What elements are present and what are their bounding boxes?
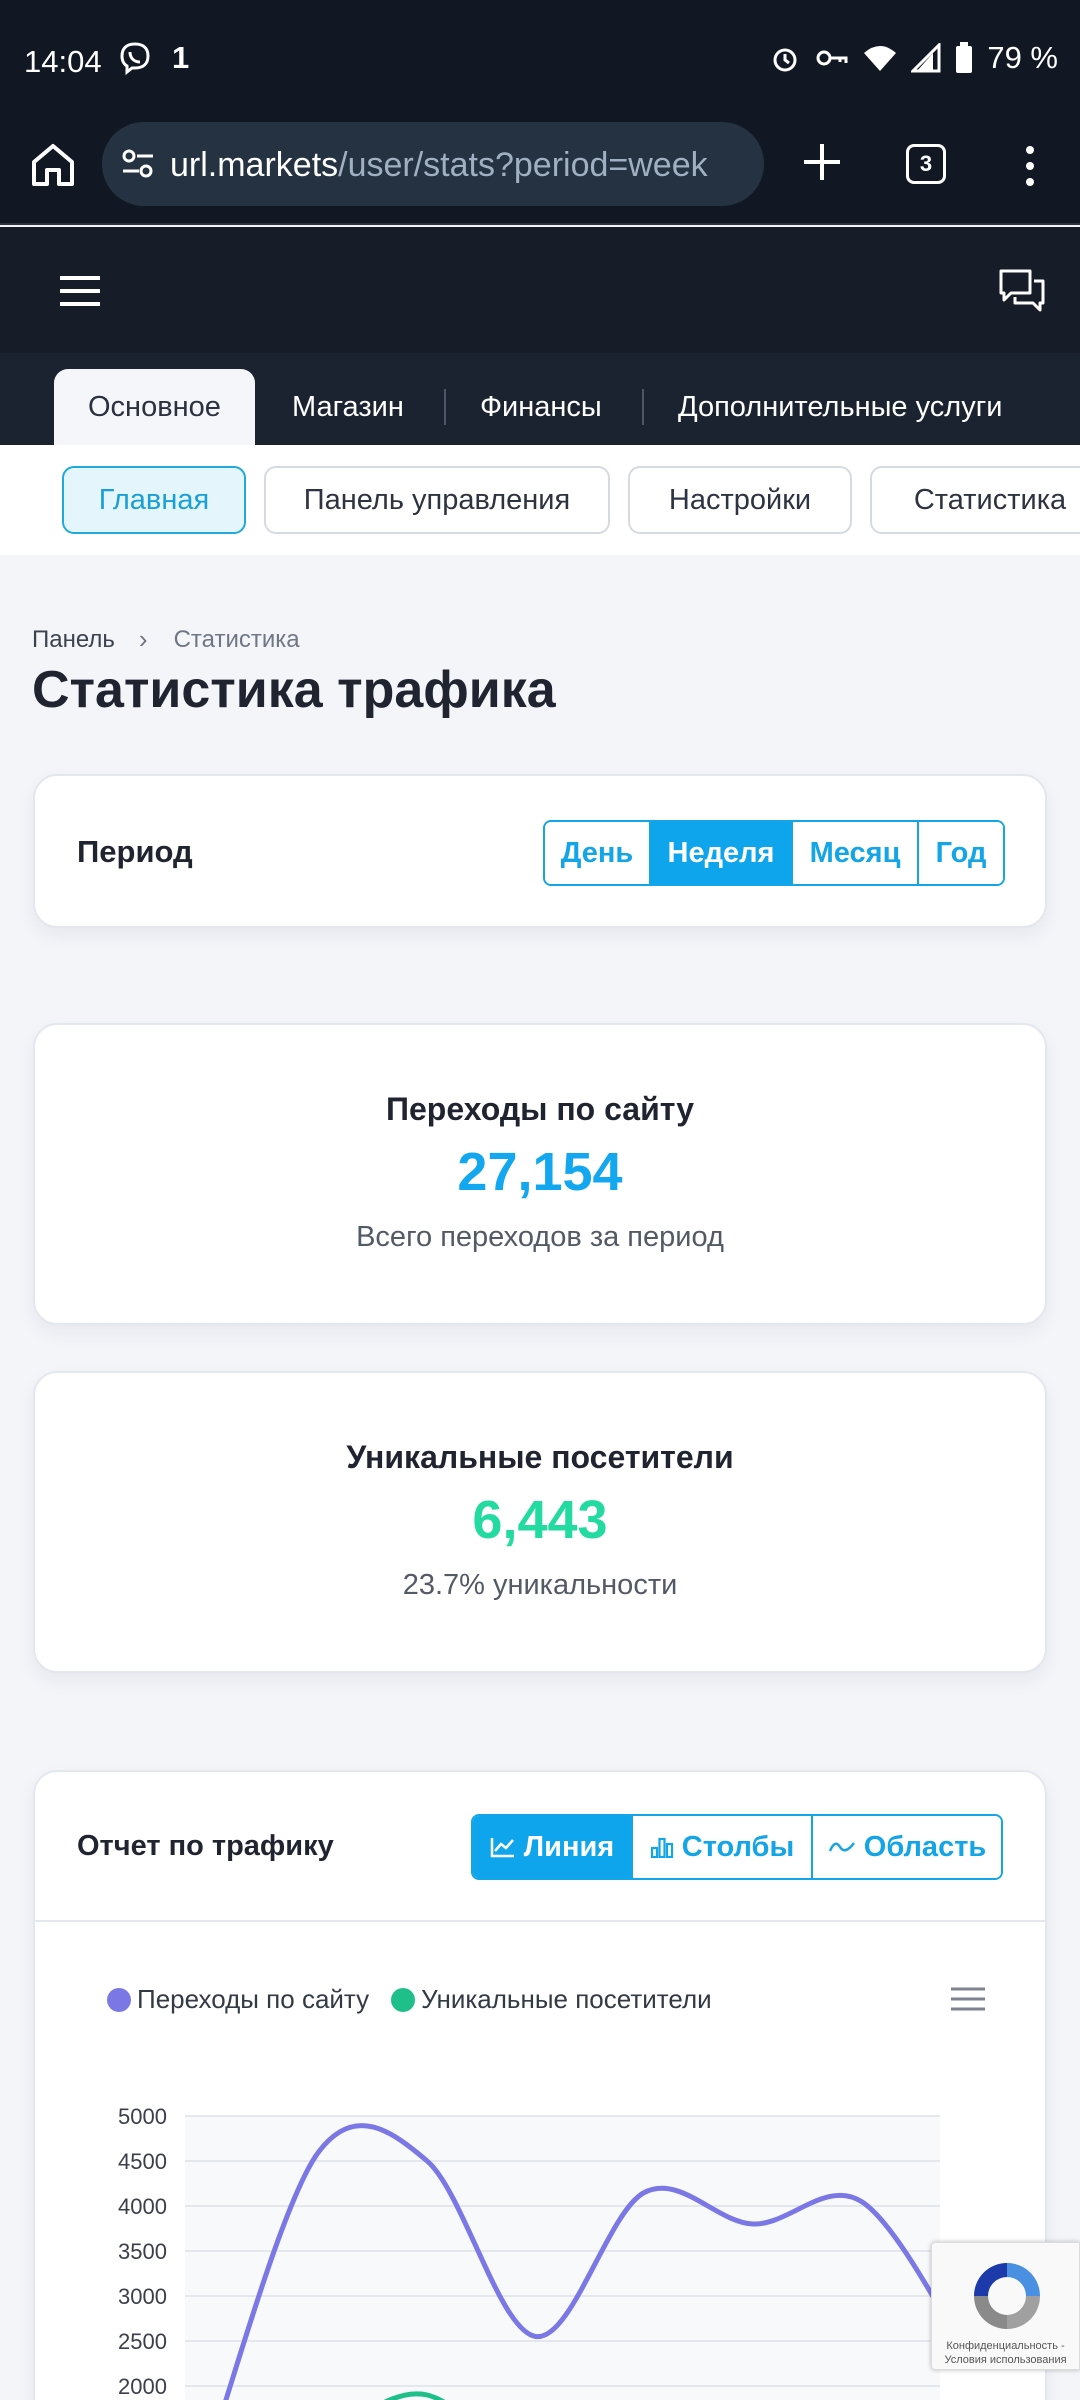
notification-count: 1 [172,40,190,75]
page-title: Статистика трафика [32,661,556,719]
chart-title: Отчет по трафику [77,1830,334,1862]
stat-value: 6,443 [472,1490,608,1550]
url-text[interactable]: url.markets/user/stats?period=week [170,146,708,185]
legend-marker [107,1987,131,2012]
line-chart-icon [490,1838,514,1858]
stat-subtitle: Всего переходов за период [356,1221,724,1253]
tab-finance[interactable]: Финансы [480,369,602,445]
chart-view-selector: Линия Столбы Область [471,1814,1003,1880]
recaptcha-badge[interactable]: Конфиденциальность - Условия использован… [931,2242,1080,2370]
url-host: url.markets [170,146,339,184]
new-tab-icon[interactable] [800,140,844,184]
battery-icon [956,42,973,73]
more-menu-icon[interactable] [1014,142,1046,190]
view-area-button[interactable]: Область [813,1816,1001,1878]
hamburger-menu-icon[interactable] [60,275,100,307]
unique-visitors-stat-card: Уникальные посетители 6,443 23.7% уникал… [33,1371,1047,1673]
browser-toolbar: url.markets/user/stats?period=week 3 [0,120,1080,225]
y-tick-label: 3500 [118,2239,167,2264]
legend-label: Уникальные посетители [421,1984,712,2014]
site-settings-icon[interactable] [120,146,156,182]
home-icon[interactable] [28,140,78,190]
breadcrumb: Панель › Статистика [32,624,300,655]
chevron-right-icon: › [138,624,148,654]
y-tick-label: 5000 [118,2104,167,2129]
period-label: Период [77,834,193,869]
recaptcha-text: Конфиденциальность - Условия использован… [932,2339,1079,2367]
clicks-stat-card: Переходы по сайту 27,154 Всего переходов… [33,1023,1047,1325]
subnav-home[interactable]: Главная [62,466,246,534]
view-bar-label: Столбы [681,1831,795,1863]
stat-title: Переходы по сайту [385,1091,695,1127]
period-week-button[interactable]: Неделя [651,822,793,884]
y-tick-label: 4000 [118,2194,167,2219]
address-bar[interactable]: url.markets/user/stats?period=week [102,122,764,206]
stat-subtitle: 23.7% уникальности [402,1569,678,1601]
chart-header: Отчет по трафику Линия Столбы Область [35,1772,1045,1922]
key-icon [816,50,848,66]
stat-title: Уникальные посетители [346,1439,734,1475]
tab-divider [642,389,644,425]
chart-legend: Переходы по сайту Уникальные посетители [107,1984,734,2015]
signal-icon [911,43,941,73]
status-bar: 14:04 1 79 % [0,0,1080,120]
status-notifications: 1 [118,40,189,76]
viber-icon [120,42,150,75]
y-tick-label: 2500 [118,2329,167,2354]
status-right: 79 % [769,40,1058,76]
site-header [0,227,1080,353]
bar-chart-icon [650,1837,673,1858]
area-chart-icon [828,1842,855,1852]
period-card: Период День Неделя Месяц Год [33,774,1047,928]
view-line-button[interactable]: Линия [473,1816,633,1878]
plot-area [185,2116,940,2400]
sub-nav: Главная Панель управления Настройки Стат… [0,445,1080,555]
breadcrumb-root[interactable]: Панель [32,626,115,654]
tab-extra-services[interactable]: Дополнительные услуги [678,369,1003,445]
alarm-icon [773,48,797,72]
wifi-icon [864,46,897,71]
chat-icon[interactable] [998,267,1046,313]
legend-label: Переходы по сайту [137,1984,370,2014]
recaptcha-terms[interactable]: Условия использования [932,2353,1079,2367]
subnav-statistics[interactable]: Статистика [870,466,1080,534]
top-tabs: Основное Магазин Финансы Дополнительные … [0,353,1080,445]
y-tick-label: 3000 [118,2284,167,2309]
subnav-dashboard[interactable]: Панель управления [264,466,610,534]
recaptcha-privacy[interactable]: Конфиденциальность - [932,2339,1079,2353]
traffic-line-chart: 15002000250030003500400045005000 [118,2104,973,2400]
period-day-button[interactable]: День [545,822,651,884]
view-bar-button[interactable]: Столбы [633,1816,813,1878]
tab-divider [444,389,446,425]
view-area-label: Область [863,1831,987,1863]
url-path: /user/stats?period=week [338,146,708,184]
stat-value: 27,154 [457,1142,623,1202]
y-tick-label: 4500 [118,2149,167,2174]
period-selector: День Неделя Месяц Год [543,820,1005,886]
legend-item[interactable]: Переходы по сайту [107,1984,369,2015]
chart-menu-icon[interactable] [951,1986,985,2012]
tab-switcher-button[interactable]: 3 [906,144,946,184]
y-tick-label: 2000 [118,2374,167,2399]
view-line-label: Линия [523,1831,615,1863]
period-year-button[interactable]: Год [919,822,1003,884]
legend-item[interactable]: Уникальные посетители [391,1984,712,2015]
battery-level: 79 % [987,40,1058,75]
traffic-report-card: Отчет по трафику Линия Столбы Область Пе… [33,1770,1047,2400]
period-month-button[interactable]: Месяц [793,822,919,884]
tab-shop[interactable]: Магазин [292,369,404,445]
legend-marker [391,1987,416,2012]
status-time: 14:04 [24,44,102,79]
recaptcha-logo-icon [974,2263,1040,2329]
tab-main[interactable]: Основное [54,369,255,445]
subnav-settings[interactable]: Настройки [628,466,852,534]
breadcrumb-current: Статистика [173,625,300,653]
